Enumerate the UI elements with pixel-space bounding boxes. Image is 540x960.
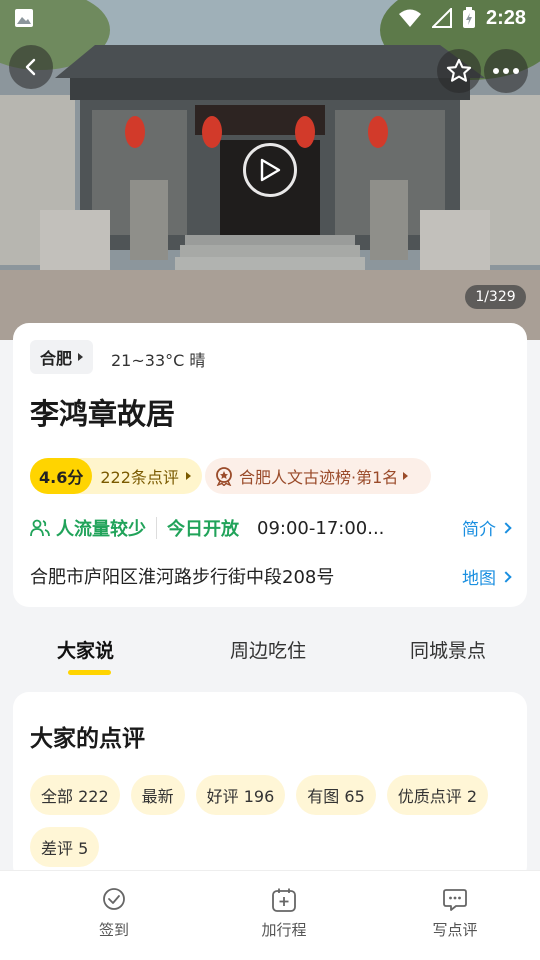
filter-quality[interactable]: 优质点评 2 bbox=[386, 775, 489, 815]
write-review-label: 写点评 bbox=[432, 921, 478, 939]
review-filters: 全部 222 最新 好评 196 有图 65 优质点评 2 差评 5 bbox=[30, 775, 520, 867]
map-label: 地图 bbox=[462, 569, 496, 589]
tab-reviews[interactable]: 大家说 bbox=[57, 636, 114, 663]
weather-text: 21~33°C 晴 bbox=[111, 351, 206, 370]
back-arrow-icon bbox=[25, 58, 36, 76]
divider bbox=[156, 517, 157, 539]
favorite-button[interactable] bbox=[437, 49, 481, 93]
crowd-label: 人流量较少 bbox=[56, 519, 146, 540]
attraction-info-card: 合肥 21~33°C 晴 李鸿章故居 4.6分 222条点评 合肥人文古迹榜·第… bbox=[13, 323, 527, 607]
tab-nearby[interactable]: 周边吃住 bbox=[230, 636, 306, 663]
back-button[interactable] bbox=[9, 45, 53, 89]
address-text: 合肥市庐阳区淮河路步行街中段208号 bbox=[30, 567, 335, 588]
reviews-section: 大家的点评 全部 222 最新 好评 196 有图 65 优质点评 2 差评 5 bbox=[13, 692, 527, 882]
star-outline-icon bbox=[446, 58, 472, 82]
active-tab-indicator bbox=[68, 670, 111, 675]
filter-positive[interactable]: 好评 196 bbox=[195, 775, 286, 815]
check-circle-icon bbox=[103, 888, 125, 910]
review-count-link: 222条点评 bbox=[92, 464, 191, 488]
triangle-right-icon bbox=[78, 353, 84, 361]
wifi-icon bbox=[398, 9, 421, 27]
chevron-right-icon bbox=[500, 521, 512, 534]
reviews-title: 大家的点评 bbox=[30, 726, 145, 752]
city-label: 合肥 bbox=[40, 349, 73, 368]
intro-link[interactable]: 简介 bbox=[462, 515, 512, 540]
opening-hours: 09:00-17:00... bbox=[257, 517, 385, 539]
add-itinerary-label: 加行程 bbox=[261, 921, 307, 939]
crowd-status: 人流量较少 bbox=[30, 515, 146, 541]
gallery-notification-icon bbox=[15, 9, 33, 27]
calendar-add-icon bbox=[272, 888, 296, 912]
ranking-medal-icon bbox=[216, 467, 232, 486]
triangle-right-icon bbox=[403, 472, 409, 480]
filter-all[interactable]: 全部 222 bbox=[30, 775, 120, 815]
tab-city-attractions[interactable]: 同城景点 bbox=[410, 636, 486, 663]
checkin-label: 签到 bbox=[98, 921, 129, 939]
play-video-button[interactable] bbox=[243, 143, 297, 197]
status-row: 人流量较少 今日开放 09:00-17:00... 简介 bbox=[30, 513, 512, 543]
battery-icon bbox=[462, 7, 475, 28]
filter-with-photos[interactable]: 有图 65 bbox=[296, 775, 376, 815]
status-time: 2:28 bbox=[485, 6, 526, 29]
map-link[interactable]: 地图 bbox=[462, 564, 512, 589]
page-title: 李鸿章故居 bbox=[30, 397, 176, 431]
intro-label: 简介 bbox=[462, 520, 496, 540]
more-button[interactable] bbox=[484, 49, 528, 93]
rating-button[interactable]: 4.6分 222条点评 bbox=[30, 458, 202, 494]
ranking-button[interactable]: 合肥人文古迹榜·第1名 bbox=[205, 458, 431, 494]
city-selector[interactable]: 合肥 bbox=[30, 340, 94, 374]
open-status: 今日开放 bbox=[167, 519, 239, 540]
more-dots-icon bbox=[493, 68, 519, 74]
triangle-right-icon bbox=[185, 472, 191, 480]
people-icon bbox=[30, 519, 50, 537]
review-count-label: 222条点评 bbox=[100, 468, 179, 487]
rating-score: 4.6分 bbox=[30, 458, 93, 494]
write-review-button[interactable]: 写点评 bbox=[415, 887, 495, 940]
photo-count-badge: 1/329 bbox=[465, 285, 526, 309]
status-bar: 2:28 bbox=[0, 0, 540, 36]
ranking-label: 合肥人文古迹榜·第1名 bbox=[239, 468, 399, 487]
filter-latest[interactable]: 最新 bbox=[130, 775, 185, 815]
bottom-action-bar: 签到 加行程 写点评 bbox=[0, 870, 540, 960]
play-icon bbox=[260, 158, 281, 182]
chevron-right-icon bbox=[500, 570, 512, 583]
comment-icon bbox=[443, 889, 467, 911]
add-itinerary-button[interactable]: 加行程 bbox=[244, 887, 324, 940]
signal-icon bbox=[431, 8, 452, 28]
checkin-button[interactable]: 签到 bbox=[74, 887, 154, 940]
filter-negative[interactable]: 差评 5 bbox=[30, 827, 100, 867]
content-tabs: 大家说 周边吃住 同城景点 bbox=[0, 628, 540, 678]
hero-photo[interactable]: 2:28 1/329 bbox=[0, 0, 540, 340]
